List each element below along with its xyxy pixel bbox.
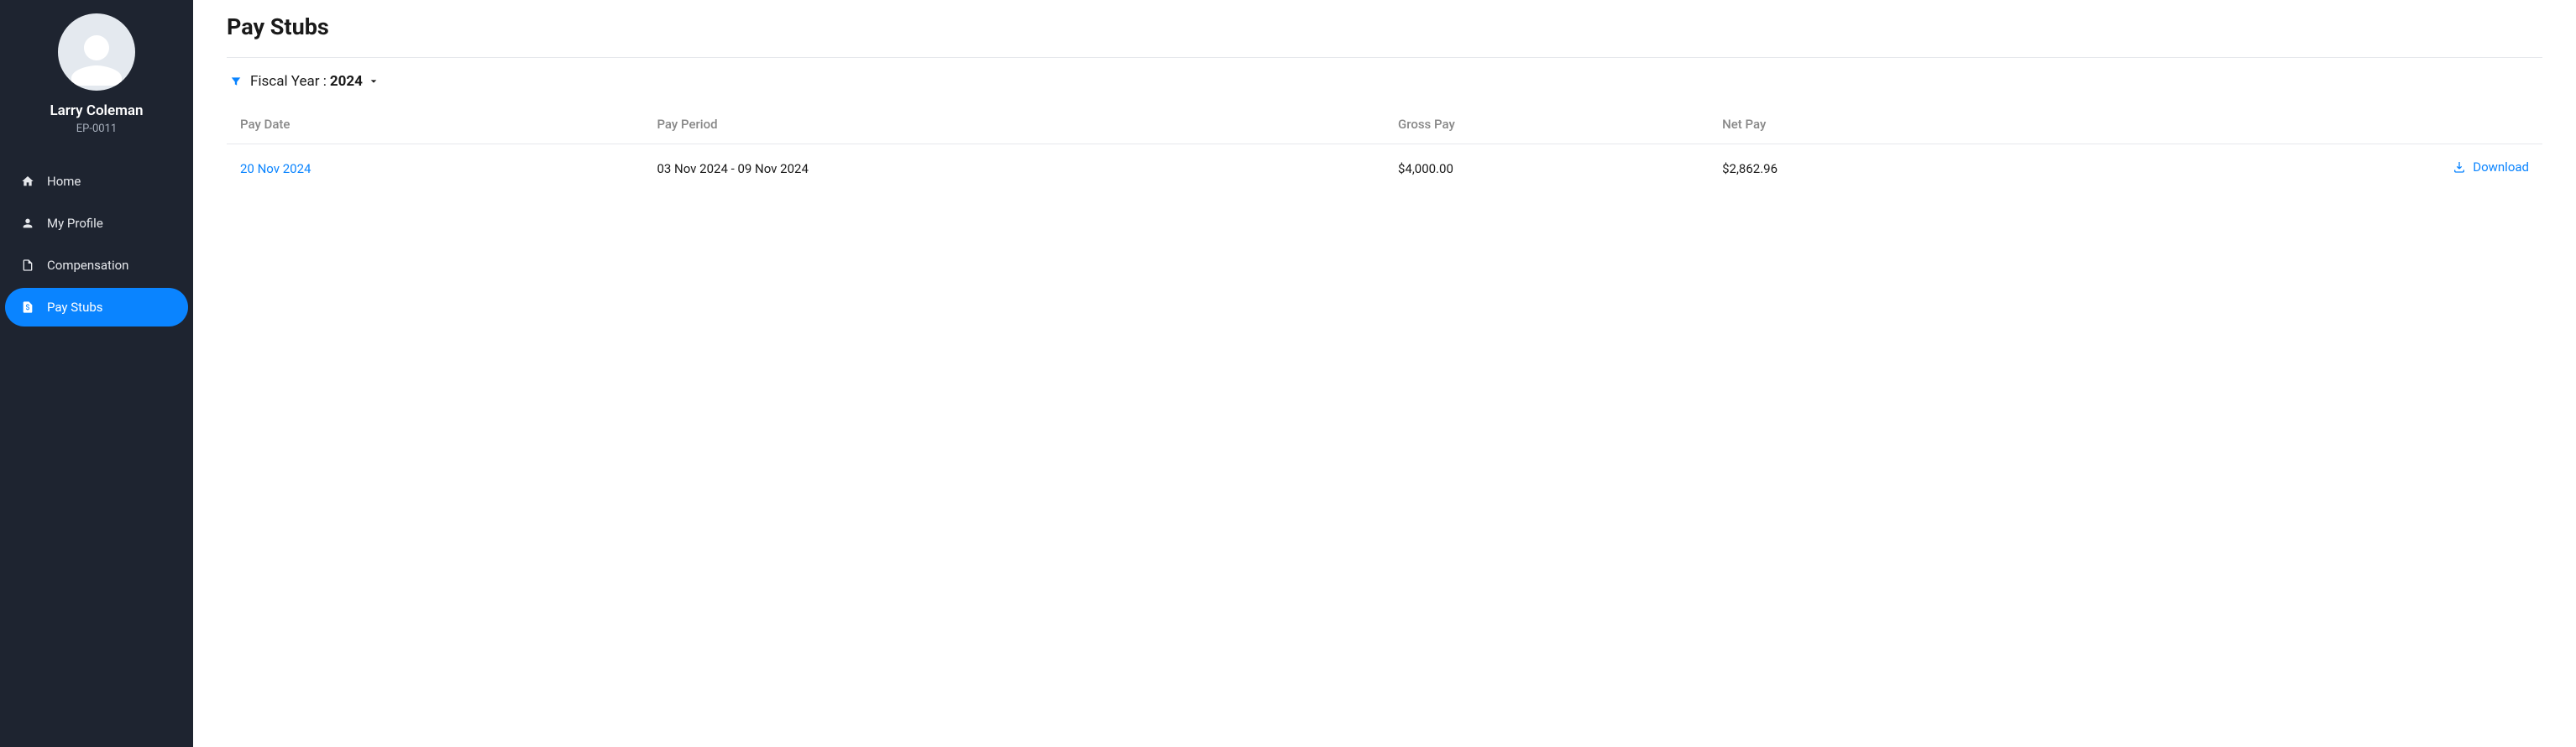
person-silhouette-icon [66, 30, 127, 91]
header-pay-period: Pay Period [643, 105, 1385, 144]
nav-item-label: Pay Stubs [47, 300, 103, 315]
document-icon [20, 258, 35, 273]
filter-label: Fiscal Year : [250, 73, 327, 90]
cell-gross-pay: $4,000.00 [1385, 144, 1709, 193]
home-icon [20, 174, 35, 189]
nav-item-compensation[interactable]: Compensation [5, 246, 188, 285]
dollar-doc-icon [20, 300, 35, 315]
divider [227, 57, 2542, 58]
download-icon [2453, 160, 2466, 174]
cell-net-pay: $2,862.96 [1709, 144, 2125, 193]
nav: Home My Profile Compensation Pay Stubs [0, 155, 193, 337]
cell-download: Download [2126, 144, 2542, 193]
header-action [2126, 105, 2542, 144]
download-link[interactable]: Download [2453, 159, 2529, 175]
chevron-down-icon [369, 77, 378, 86]
table-header-row: Pay Date Pay Period Gross Pay Net Pay [227, 105, 2542, 144]
nav-item-home[interactable]: Home [5, 162, 188, 201]
nav-item-pay-stubs[interactable]: Pay Stubs [5, 288, 188, 326]
filter-value: 2024 [330, 73, 363, 90]
user-profile-section: Larry Coleman EP-0011 [0, 13, 193, 155]
header-gross-pay: Gross Pay [1385, 105, 1709, 144]
sidebar: Larry Coleman EP-0011 Home My Profile Co… [0, 0, 193, 747]
fiscal-year-filter[interactable]: Fiscal Year : 2024 [227, 73, 2542, 90]
cell-pay-date: 20 Nov 2024 [227, 144, 643, 193]
page-title: Pay Stubs [227, 13, 2542, 40]
pay-stubs-table: Pay Date Pay Period Gross Pay Net Pay 20… [227, 105, 2542, 192]
user-name: Larry Coleman [50, 102, 143, 119]
header-net-pay: Net Pay [1709, 105, 2125, 144]
pay-date-link[interactable]: 20 Nov 2024 [240, 161, 311, 176]
download-label: Download [2473, 159, 2529, 175]
user-id: EP-0011 [76, 123, 117, 135]
main-content: Pay Stubs Fiscal Year : 2024 Pay Date Pa… [193, 0, 2576, 747]
table-row: 20 Nov 2024 03 Nov 2024 - 09 Nov 2024 $4… [227, 144, 2542, 193]
nav-item-label: Home [47, 174, 81, 189]
nav-item-label: My Profile [47, 216, 103, 231]
avatar [58, 13, 135, 91]
nav-item-label: Compensation [47, 258, 128, 273]
header-pay-date: Pay Date [227, 105, 643, 144]
person-icon [20, 216, 35, 231]
cell-pay-period: 03 Nov 2024 - 09 Nov 2024 [643, 144, 1385, 193]
filter-icon [230, 76, 242, 87]
nav-item-my-profile[interactable]: My Profile [5, 204, 188, 243]
